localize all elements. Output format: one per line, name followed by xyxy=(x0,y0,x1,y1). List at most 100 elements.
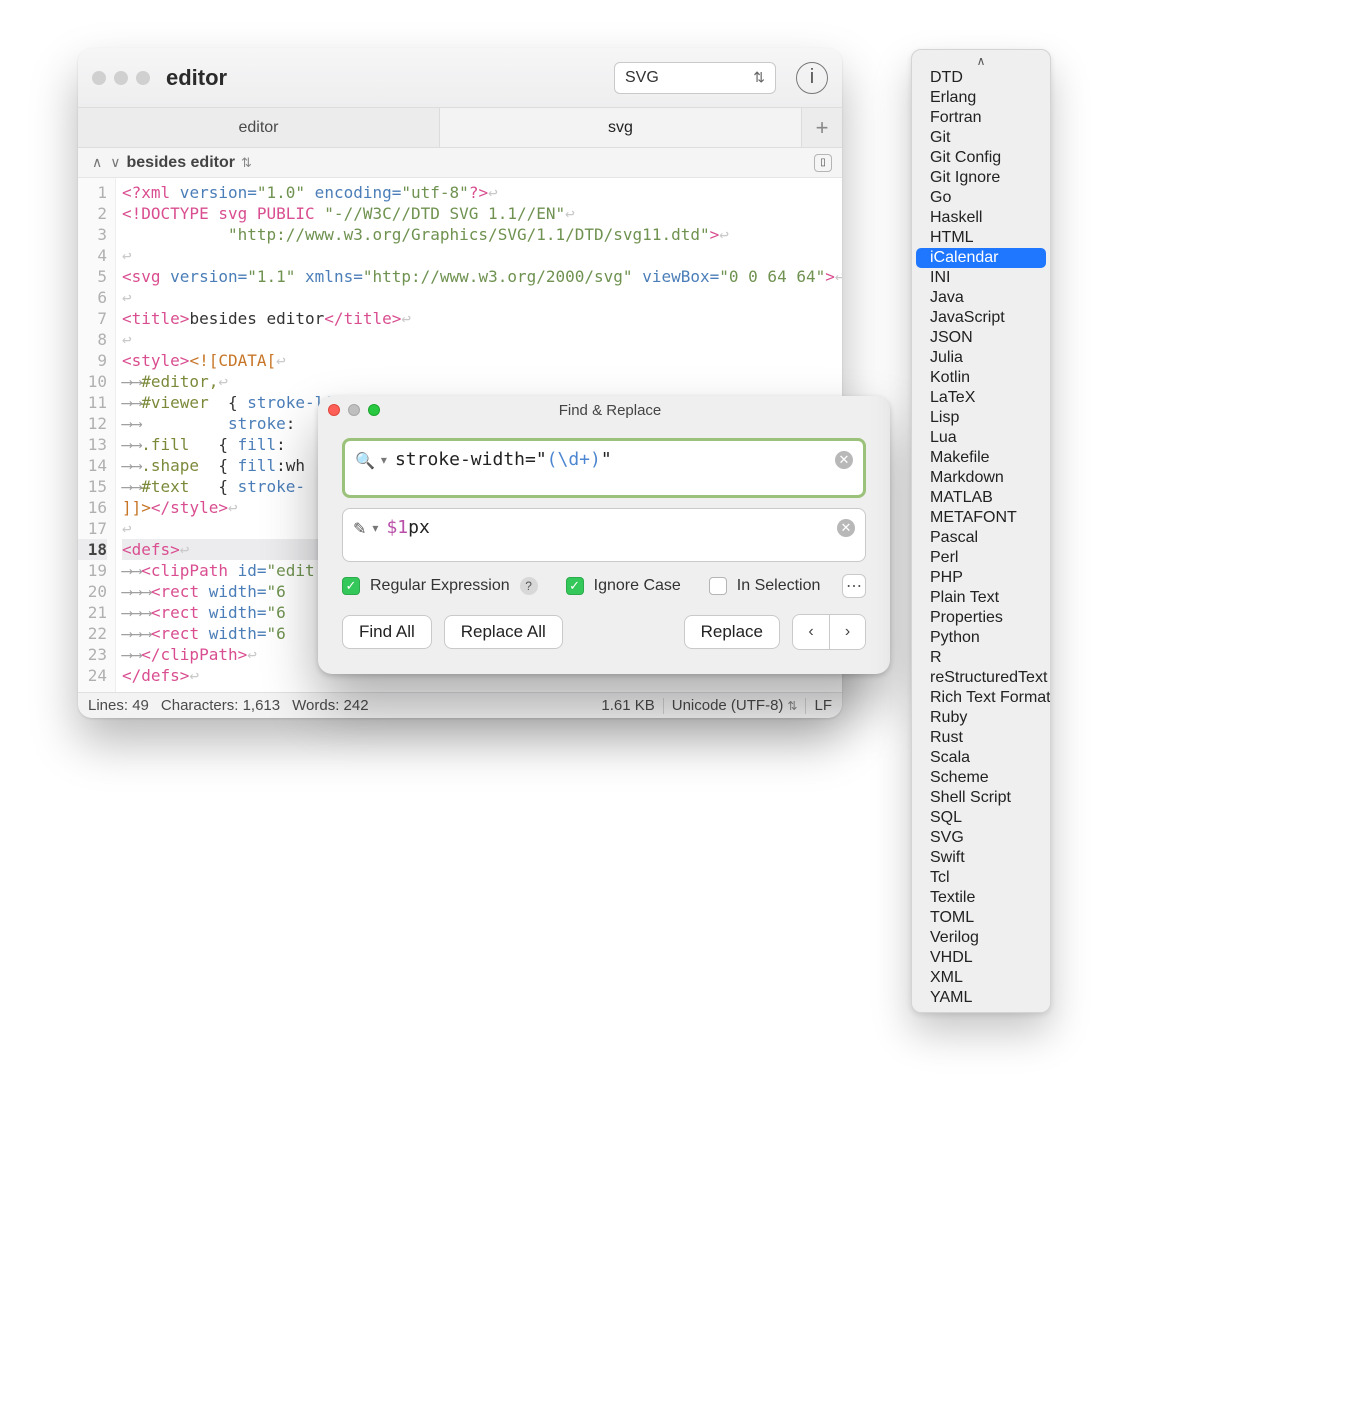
traffic-close[interactable] xyxy=(92,71,106,85)
language-item[interactable]: Go xyxy=(916,188,1046,208)
clear-icon[interactable]: ✕ xyxy=(837,519,855,537)
language-item[interactable]: JavaScript xyxy=(916,308,1046,328)
traffic-minimize[interactable] xyxy=(114,71,128,85)
sort-icon[interactable]: ⇅ xyxy=(241,155,252,171)
language-item[interactable]: INI xyxy=(916,268,1046,288)
language-item[interactable]: Git Ignore xyxy=(916,168,1046,188)
language-item[interactable]: SQL xyxy=(916,808,1046,828)
language-item[interactable]: YAML xyxy=(916,988,1046,1008)
language-item[interactable]: Scala xyxy=(916,748,1046,768)
language-item[interactable]: Fortran xyxy=(916,108,1046,128)
language-item[interactable]: Ruby xyxy=(916,708,1046,728)
chevron-down-icon[interactable]: ∨ xyxy=(110,154,120,171)
language-item[interactable]: Shell Script xyxy=(916,788,1046,808)
language-item[interactable]: PHP xyxy=(916,568,1046,588)
language-item[interactable]: METAFONT xyxy=(916,508,1046,528)
language-item[interactable]: R xyxy=(916,648,1046,668)
scroll-up-button[interactable]: ∧ xyxy=(916,54,1046,68)
status-lines: Lines: 49 xyxy=(88,697,149,714)
encoding-value: Unicode (UTF-8) xyxy=(672,697,784,714)
traffic-close[interactable] xyxy=(328,404,340,416)
find-traffic-lights xyxy=(328,404,380,416)
language-item[interactable]: DTD xyxy=(916,68,1046,88)
language-item[interactable]: Erlang xyxy=(916,88,1046,108)
language-item[interactable]: iCalendar xyxy=(916,248,1046,268)
language-item[interactable]: Plain Text xyxy=(916,588,1046,608)
tab-svg[interactable]: svg xyxy=(440,108,802,147)
traffic-zoom[interactable] xyxy=(368,404,380,416)
line-number: 13 xyxy=(78,434,107,455)
tab-add-button[interactable]: + xyxy=(802,108,842,147)
language-item[interactable]: Properties xyxy=(916,608,1046,628)
info-icon: i xyxy=(810,66,814,89)
language-item[interactable]: Lisp xyxy=(916,408,1046,428)
language-item[interactable]: Markdown xyxy=(916,468,1046,488)
tab-editor[interactable]: editor xyxy=(78,108,440,147)
language-item[interactable]: Git xyxy=(916,128,1046,148)
regex-checkbox[interactable]: ✓ xyxy=(342,577,360,595)
language-item[interactable]: Rust xyxy=(916,728,1046,748)
line-number: 3 xyxy=(78,224,107,245)
find-title: Find & Replace xyxy=(380,402,840,419)
document-name[interactable]: besides editor xyxy=(127,154,235,172)
chevron-down-icon[interactable]: ▾ xyxy=(372,521,378,535)
language-item[interactable]: MATLAB xyxy=(916,488,1046,508)
language-item[interactable]: reStructuredText xyxy=(916,668,1046,688)
line-number: 12 xyxy=(78,413,107,434)
language-item[interactable]: Textile xyxy=(916,888,1046,908)
language-item[interactable]: Swift xyxy=(916,848,1046,868)
chevron-down-icon[interactable]: ▾ xyxy=(381,453,387,467)
language-item[interactable]: Tcl xyxy=(916,868,1046,888)
language-item[interactable]: HTML xyxy=(916,228,1046,248)
encoding-select[interactable]: Unicode (UTF-8) ⇅ xyxy=(672,697,798,714)
language-item[interactable]: Rich Text Format xyxy=(916,688,1046,708)
language-item[interactable]: Verilog xyxy=(916,928,1046,948)
line-number: 7 xyxy=(78,308,107,329)
traffic-zoom[interactable] xyxy=(136,71,150,85)
language-item[interactable]: Python xyxy=(916,628,1046,648)
replace-button[interactable]: Replace xyxy=(684,615,780,649)
language-item[interactable]: Pascal xyxy=(916,528,1046,548)
language-item[interactable]: Kotlin xyxy=(916,368,1046,388)
replace-input[interactable]: ✎ ▾ $1px ✕ xyxy=(342,508,866,562)
language-item[interactable]: Makefile xyxy=(916,448,1046,468)
find-prev-button[interactable]: ‹ xyxy=(793,615,829,649)
language-item[interactable]: Perl xyxy=(916,548,1046,568)
syntax-selector[interactable]: SVG ⇅ xyxy=(614,62,776,94)
language-item[interactable]: Java xyxy=(916,288,1046,308)
find-next-button[interactable]: › xyxy=(829,615,865,649)
tab-label: editor xyxy=(238,119,278,137)
language-item[interactable]: LaTeX xyxy=(916,388,1046,408)
ignorecase-checkbox[interactable]: ✓ xyxy=(566,577,584,595)
language-item[interactable]: Haskell xyxy=(916,208,1046,228)
sidebar-icon: ▯ xyxy=(820,157,826,168)
language-item[interactable]: VHDL xyxy=(916,948,1046,968)
more-options-button[interactable]: ⋯ xyxy=(842,574,866,598)
lineending-select[interactable]: LF xyxy=(814,697,832,714)
find-all-button[interactable]: Find All xyxy=(342,615,432,649)
language-item[interactable]: JSON xyxy=(916,328,1046,348)
clear-icon[interactable]: ✕ xyxy=(835,451,853,469)
language-item[interactable]: SVG xyxy=(916,828,1046,848)
line-number: 18 xyxy=(78,539,107,560)
chevron-updown-icon: ⇅ xyxy=(787,699,797,713)
line-number: 16 xyxy=(78,497,107,518)
inselection-checkbox[interactable] xyxy=(709,577,727,595)
traffic-minimize[interactable] xyxy=(348,404,360,416)
language-item[interactable]: XML xyxy=(916,968,1046,988)
language-item[interactable]: TOML xyxy=(916,908,1046,928)
replace-all-button[interactable]: Replace All xyxy=(444,615,563,649)
language-item[interactable]: Scheme xyxy=(916,768,1046,788)
line-number: 22 xyxy=(78,623,107,644)
find-input[interactable]: 🔍 ▾ stroke-width="(\d+)" ✕ xyxy=(342,438,866,498)
search-icon: 🔍 xyxy=(355,451,375,471)
language-item[interactable]: Julia xyxy=(916,348,1046,368)
language-item[interactable]: Git Config xyxy=(916,148,1046,168)
info-button[interactable]: i xyxy=(796,62,828,94)
sidebar-toggle-button[interactable]: ▯ xyxy=(814,154,832,172)
line-number: 23 xyxy=(78,644,107,665)
chevron-up-icon[interactable]: ∧ xyxy=(92,154,102,171)
help-icon[interactable]: ? xyxy=(520,577,538,595)
language-item[interactable]: Lua xyxy=(916,428,1046,448)
line-number: 19 xyxy=(78,560,107,581)
